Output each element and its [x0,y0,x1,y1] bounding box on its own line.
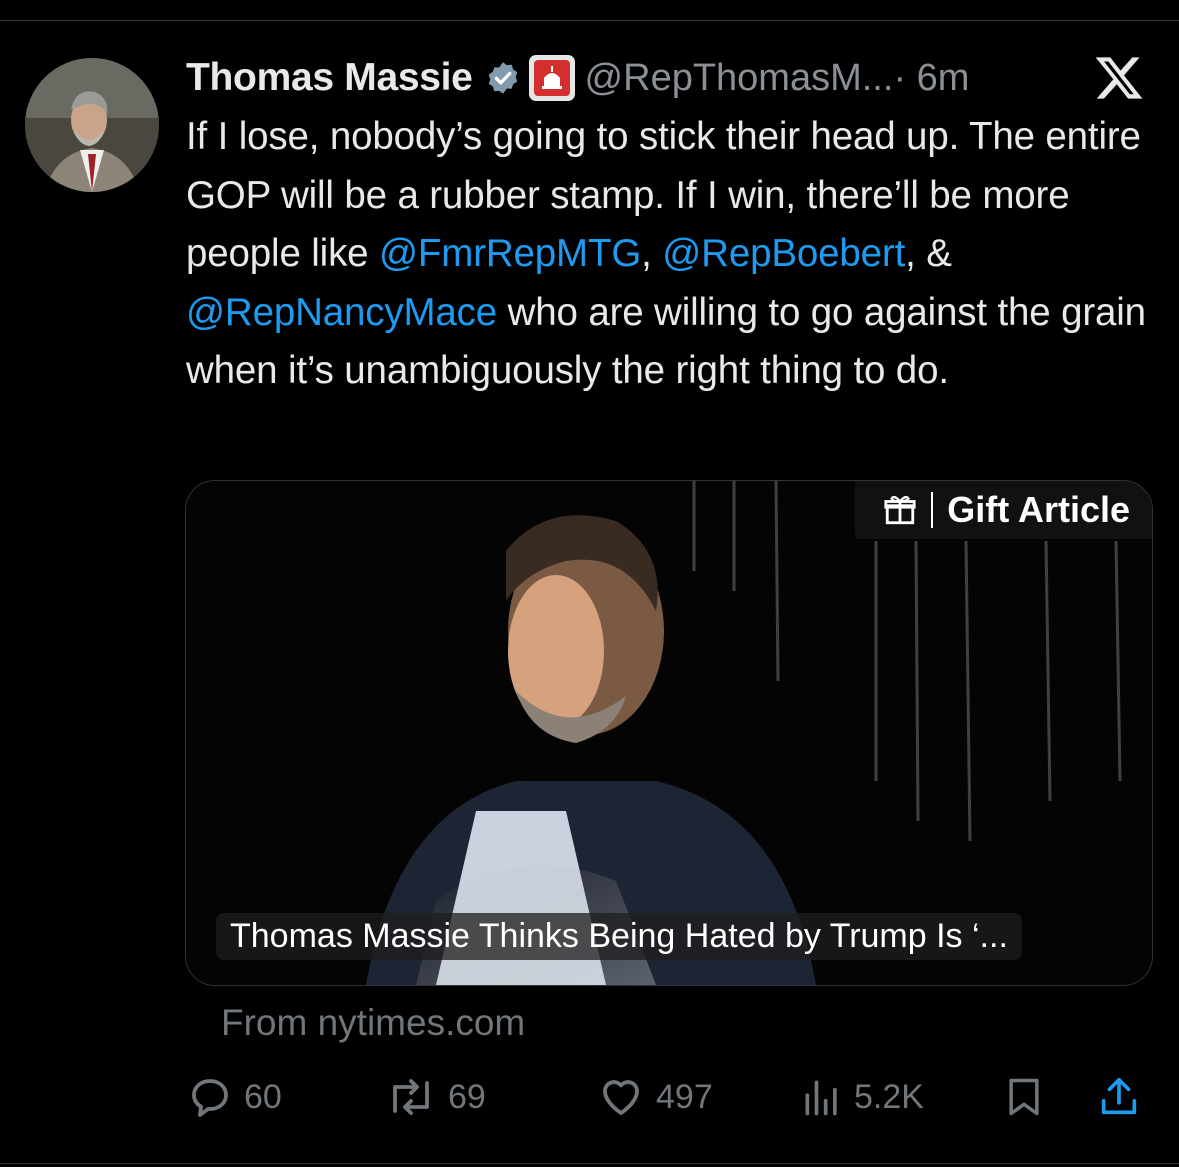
top-divider [0,20,1179,21]
repost-count: 69 [448,1077,486,1116]
gift-article-button[interactable]: Gift Article [855,481,1152,539]
mention-link[interactable]: @RepNancyMace [186,291,497,334]
mention-link[interactable]: @RepBoebert [662,232,905,275]
x-logo-icon[interactable] [1092,52,1146,104]
reply-count: 60 [244,1077,282,1116]
share-icon [1101,1077,1137,1115]
reply-button[interactable]: 60 [186,1072,282,1122]
author-name[interactable]: Thomas Massie [186,56,473,100]
gift-article-label: Gift Article [947,489,1130,530]
tweet-header: Thomas Massie @RepThomasM... · 6m [186,52,969,104]
mention-link[interactable]: @FmrRepMTG [379,232,641,275]
like-icon [603,1080,639,1115]
author-handle[interactable]: @RepThomasM... [585,57,894,100]
avatar[interactable] [25,58,159,192]
tweet-text-part: , [641,232,663,275]
views-button[interactable]: 5.2K [800,1072,924,1122]
share-button[interactable] [1096,1072,1152,1122]
bookmark-button[interactable] [1002,1072,1056,1122]
gift-separator [931,492,934,528]
like-button[interactable]: 497 [596,1072,713,1122]
repost-button[interactable]: 69 [384,1072,486,1122]
repost-icon [393,1079,429,1115]
card-source[interactable]: From nytimes.com [221,1002,525,1044]
like-count: 497 [656,1077,713,1116]
gift-icon [884,495,916,525]
gop-affiliation-icon[interactable] [528,55,575,101]
bookmark-icon [1009,1078,1039,1116]
views-icon [805,1080,837,1116]
action-bar: 60 69 497 5.2K [186,1072,1146,1122]
bottom-divider [0,1163,1179,1164]
link-card[interactable]: Gift Article Thomas Massie Thinks Being … [185,480,1153,986]
avatar-image [25,58,159,192]
verified-badge-icon[interactable] [485,60,521,96]
reply-icon [192,1079,228,1117]
tweet-text: If I lose, nobody’s going to stick their… [186,108,1146,401]
article-photo [186,481,1152,985]
article-title[interactable]: Thomas Massie Thinks Being Hated by Trum… [216,913,1022,960]
timestamp[interactable]: · 6m [893,57,969,100]
tweet-text-part: , & [905,232,952,275]
view-count: 5.2K [854,1077,924,1116]
